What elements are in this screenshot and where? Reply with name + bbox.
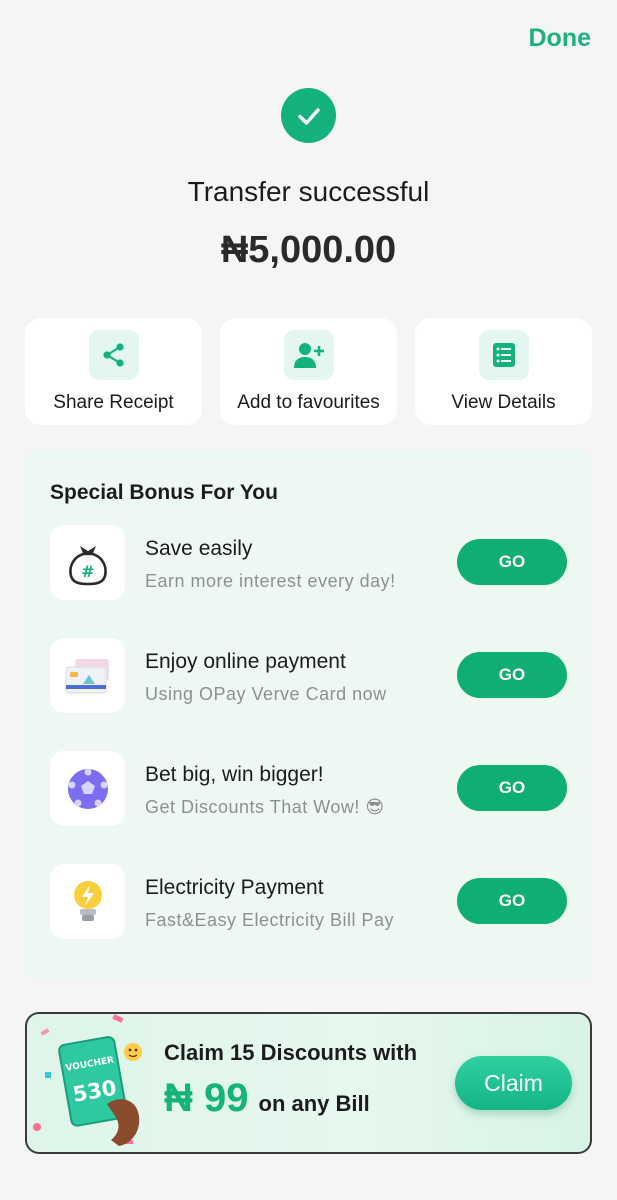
status-title: Transfer successful [187, 176, 430, 207]
voucher-illustration: VOUCHER 530 [33, 1014, 142, 1146]
document-list-icon [478, 330, 529, 380]
bonus-item-subtitle: Fast&Easy Electricity Bill Pay [145, 910, 395, 930]
bonus-item-online-payment[interactable]: Enjoy online payment Using OPay Verve Ca… [50, 638, 570, 714]
electricity-go-button[interactable]: GO [457, 878, 567, 924]
bonus-item-subtitle: Earn more interest every day! [145, 571, 396, 591]
bonus-item-bet-big[interactable]: Bet big, win bigger! Get Discounts That … [50, 751, 570, 827]
bonus-item-title: Save easily [145, 537, 253, 560]
share-receipt-button[interactable]: Share Receipt [25, 318, 202, 425]
special-bonus-panel: Special Bonus For You # Save easily Earn… [25, 450, 592, 980]
bonus-item-subtitle: Using OPay Verve Card now [145, 684, 387, 704]
banner-amount: ₦ 99 [164, 1076, 249, 1120]
add-to-favourites-button[interactable]: Add to favourites [220, 318, 397, 425]
bonus-item-title: Bet big, win bigger! [145, 763, 324, 786]
banner-suffix: on any Bill [258, 1091, 370, 1116]
save-easily-go-button[interactable]: GO [457, 539, 567, 585]
view-details-button[interactable]: View Details [415, 318, 592, 425]
bonus-item-title: Enjoy online payment [145, 650, 346, 673]
banner-offer: ₦ 99 on any Bill [164, 1076, 370, 1121]
share-receipt-label: Share Receipt [53, 392, 174, 413]
bonus-item-subtitle: Get Discounts That Wow! 😎 [145, 797, 385, 817]
share-icon [88, 330, 139, 380]
transfer-amount: ₦5,000.00 [220, 229, 397, 271]
bonus-item-title: Electricity Payment [145, 876, 324, 899]
svg-text:#: # [81, 562, 94, 581]
discount-banner[interactable]: VOUCHER 530 Claim 15 Discounts with ₦ 99… [25, 1012, 592, 1154]
view-details-label: View Details [451, 392, 556, 413]
banner-headline: Claim 15 Discounts with [164, 1040, 418, 1065]
card-icon [50, 638, 125, 713]
add-user-icon [283, 330, 334, 380]
bet-big-go-button[interactable]: GO [457, 765, 567, 811]
action-row: Share Receipt Add to favourites View Det… [25, 318, 592, 425]
add-to-favourites-label: Add to favourites [237, 392, 380, 413]
bonus-item-save-easily[interactable]: # Save easily Earn more interest every d… [50, 525, 570, 601]
bonus-item-electricity[interactable]: Electricity Payment Fast&Easy Electricit… [50, 864, 570, 940]
football-icon [50, 751, 125, 826]
money-bag-icon: # [50, 525, 125, 600]
success-check-icon [281, 88, 336, 143]
online-payment-go-button[interactable]: GO [457, 652, 567, 698]
claim-button[interactable]: Claim [455, 1056, 572, 1110]
lightbulb-icon [50, 864, 125, 939]
bonus-title: Special Bonus For You [50, 481, 278, 504]
done-button[interactable]: Done [529, 24, 592, 53]
